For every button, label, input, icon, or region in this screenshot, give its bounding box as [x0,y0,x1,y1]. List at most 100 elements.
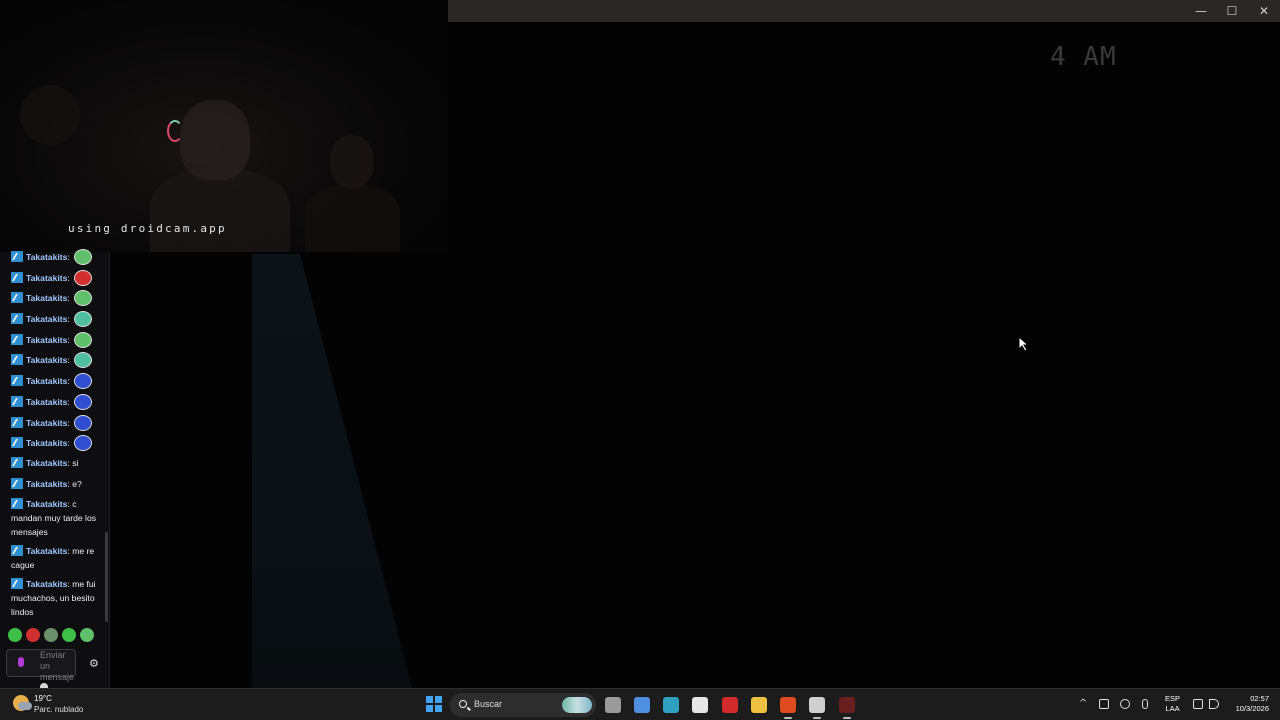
chat-username[interactable]: Takatakits [26,397,67,407]
file-explorer-app-icon[interactable] [751,697,767,713]
maximize-button[interactable]: ☐ [1216,0,1248,22]
chat-username[interactable]: Takatakits [26,335,67,345]
wps-app-icon[interactable] [722,697,738,713]
chat-colon: : [67,396,73,407]
microphone-icon[interactable] [18,657,24,667]
chat-username[interactable]: Takatakits [26,458,67,468]
user-badge-icon [11,354,23,366]
chat-username[interactable]: Takatakits [26,499,67,509]
user-badge-icon [11,251,23,262]
chat-message: Takatakits: [0,330,104,351]
loading-ring-icon [167,120,183,142]
user-badge-icon [11,545,23,557]
chat-username[interactable]: Takatakits [26,376,67,386]
chat-username[interactable]: Takatakits [26,546,67,556]
chat-message: Takatakits: [0,350,104,371]
chat-username[interactable]: Takatakits [26,418,67,428]
second-person-head [330,135,374,189]
taskbar-search[interactable]: Buscar [450,693,596,717]
user-badge-icon [11,578,23,590]
chat-message: Takatakits: e? [0,475,104,496]
user-badge-icon [11,292,23,304]
chat-input-field[interactable]: Enviar un mensaje [6,649,76,688]
show-hidden-icons-chevron-icon[interactable]: ^ [1079,698,1087,709]
chat-colon: : [67,355,73,366]
emote-shortcut-icon[interactable] [44,628,58,642]
user-badge-icon [11,375,23,387]
chat-emote-icon[interactable] [74,373,93,390]
chat-colon: : [67,417,73,428]
volume-icon[interactable] [1209,699,1219,709]
chat-message-list[interactable]: Takatakits: Takatakits: Takatakits: Taka… [0,247,104,622]
chat-message: Takatakits: si [0,454,104,475]
chat-text: e? [72,478,82,489]
store-app-icon[interactable] [692,697,708,713]
second-person-silhouette [305,185,400,252]
chat-username[interactable]: Takatakits [26,314,67,324]
emote-quick-bar [8,628,104,644]
chat-message: Takatakits: [0,371,104,392]
emote-shortcut-icon[interactable] [26,628,40,642]
weather-temperature[interactable]: 19°C [34,694,52,703]
chat-colon: : [67,376,73,387]
network-icon[interactable] [1193,699,1203,709]
weather-cloud-icon[interactable] [13,695,32,711]
chat-emote-icon[interactable] [74,393,93,410]
chat-username[interactable]: Takatakits [26,293,67,303]
hallway-light [252,254,412,688]
start-windows-icon[interactable] [426,696,442,712]
game-window-titlebar[interactable]: — ☐ ✕ [448,0,1280,22]
emote-shortcut-icon[interactable] [8,628,22,642]
chat-colon: : [67,334,73,345]
user-badge-icon [11,416,23,428]
chat-username[interactable]: Takatakits [26,355,67,365]
chat-settings-gear-icon[interactable]: ⚙ [89,657,99,670]
chat-message: Takatakits: [0,268,104,289]
microphone-tray-icon[interactable] [1142,699,1148,709]
chat-emote-icon[interactable] [74,352,93,369]
app-running-indicator [843,717,851,719]
chat-username[interactable]: Takatakits [26,273,67,283]
chat-emote-icon[interactable] [74,249,93,265]
chat-emote-icon[interactable] [74,331,93,348]
minimize-button[interactable]: — [1185,0,1217,22]
night-clock: 4 AM [1050,42,1117,72]
chat-username[interactable]: Takatakits [26,479,67,489]
task-view-app-icon[interactable] [605,697,621,713]
chat-message: Takatakits: me re cague [0,542,104,575]
tray-app-icon[interactable] [1099,699,1109,709]
emote-shortcut-icon[interactable] [62,628,76,642]
chat-colon: : [67,252,73,262]
obs-app-icon[interactable] [809,697,825,713]
chat-message: Takatakits: c mandan muy tarde los mensa… [0,495,104,542]
stream-chat-panel: Takatakits: Takatakits: Takatakits: Taka… [0,249,110,688]
chat-emote-icon[interactable] [74,435,93,452]
weather-description[interactable]: Parc. nublado [34,705,83,714]
chat-emote-icon[interactable] [74,311,93,328]
chat-scrollbar[interactable] [105,532,108,622]
chat-username[interactable]: Takatakits [26,252,67,262]
close-button[interactable]: ✕ [1248,0,1280,22]
input-language[interactable]: ESP LAA [1165,694,1180,714]
chat-emote-icon[interactable] [74,269,93,286]
chat-emote-icon[interactable] [74,414,93,431]
chat-message: Takatakits: [0,288,104,309]
copilot-app-icon[interactable] [634,697,650,713]
streamer-silhouette [150,170,290,252]
chat-username[interactable]: Takatakits [26,579,67,589]
webcam-overlay: using droidcam.app [0,0,448,252]
taskbar-clock[interactable]: 02:57 10/3/2026 [1227,694,1269,714]
edge-app-icon[interactable] [663,697,679,713]
user-badge-icon [11,456,23,468]
emote-shortcut-icon[interactable] [80,628,94,642]
user-badge-icon [11,437,23,449]
chat-message: Takatakits: [0,392,104,413]
game-app-icon[interactable] [839,697,855,713]
chat-colon: : [67,293,73,304]
user-badge-icon [11,333,23,345]
chat-emote-icon[interactable] [74,290,93,307]
chat-username[interactable]: Takatakits [26,438,67,448]
onedrive-cloud-icon[interactable] [1120,699,1130,709]
brave-app-icon[interactable] [780,697,796,713]
chat-colon: : [67,314,73,325]
